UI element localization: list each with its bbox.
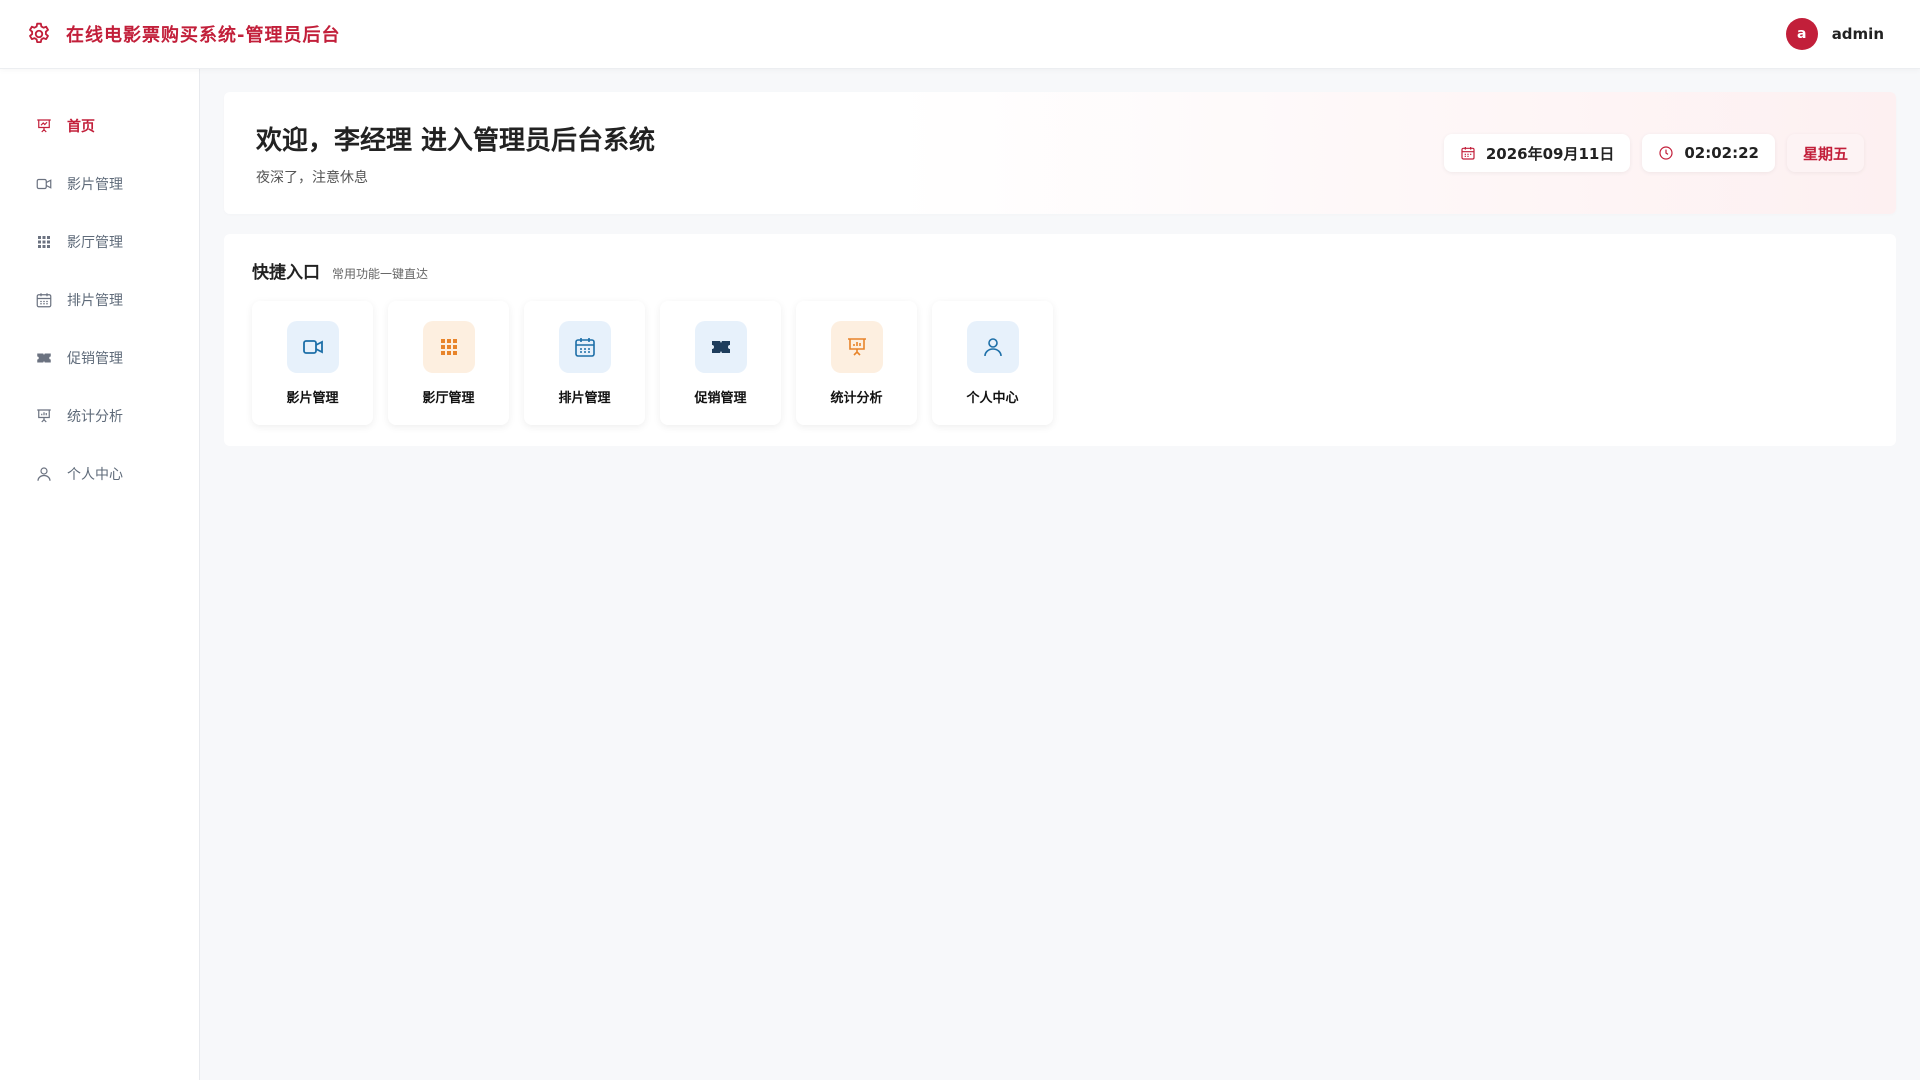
quick-card-label: 影片管理 — [286, 390, 339, 406]
presentation-chart-icon — [35, 407, 53, 425]
sidebar-item-halls[interactable]: 影厅管理 — [0, 213, 199, 271]
quick-card-label: 个人中心 — [966, 390, 1019, 406]
presentation-chart-icon — [35, 117, 53, 135]
sidebar-item-movies[interactable]: 影片管理 — [0, 155, 199, 213]
welcome-title: 欢迎，李经理 进入管理员后台系统 — [256, 125, 656, 156]
quick-access-header: 快捷入口 常用功能一键直达 — [252, 258, 1868, 283]
brand[interactable]: 在线电影票购买系统-管理员后台 — [26, 21, 340, 47]
username[interactable]: admin — [1832, 25, 1884, 43]
avatar[interactable]: a — [1785, 18, 1818, 50]
clock-icon — [1658, 145, 1674, 161]
quick-access-cards: 影片管理 影厅管理 排片管理 促销管理 统计分析 个人中心 — [252, 301, 1868, 425]
quick-access-panel: 快捷入口 常用功能一键直达 影片管理 影厅管理 排片管理 促销管理 统计分析 个… — [224, 234, 1896, 446]
calendar-icon — [1460, 145, 1476, 161]
sidebar-item-promotions[interactable]: 促销管理 — [0, 329, 199, 387]
grid-icon — [35, 233, 53, 251]
main-content: 欢迎，李经理 进入管理员后台系统 夜深了，注意休息 2026年09月11日 02… — [224, 92, 1896, 446]
ticket-icon — [35, 349, 53, 367]
quick-card-profile[interactable]: 个人中心 — [932, 301, 1053, 425]
quick-card-promotions[interactable]: 促销管理 — [660, 301, 781, 425]
top-bar: 在线电影票购买系统-管理员后台 a admin — [0, 0, 1920, 69]
video-camera-icon — [286, 320, 339, 373]
quick-card-label: 排片管理 — [558, 390, 611, 406]
quick-card-label: 统计分析 — [830, 390, 883, 406]
sidebar-item-label: 影厅管理 — [67, 235, 123, 251]
sidebar-item-home[interactable]: 首页 — [0, 97, 199, 155]
quick-access-subtitle: 常用功能一键直达 — [332, 267, 429, 281]
ticket-icon — [694, 320, 747, 373]
user-menu[interactable]: a admin — [1785, 18, 1894, 50]
welcome-subtitle: 夜深了，注意休息 — [256, 169, 368, 186]
date-pill: 2026年09月11日 — [1443, 134, 1631, 172]
app-title: 在线电影票购买系统-管理员后台 — [66, 25, 341, 46]
time-pill: 02:02:22 — [1642, 134, 1775, 172]
calendar-icon — [35, 291, 53, 309]
welcome-banner: 欢迎，李经理 进入管理员后台系统 夜深了，注意休息 2026年09月11日 02… — [224, 92, 1896, 214]
sidebar-item-label: 排片管理 — [67, 293, 123, 309]
datetime-pills: 2026年09月11日 02:02:22 星期五 — [1443, 134, 1864, 172]
weekday-text: 星期五 — [1802, 144, 1848, 163]
quick-card-movies[interactable]: 影片管理 — [252, 301, 373, 425]
quick-card-halls[interactable]: 影厅管理 — [388, 301, 509, 425]
sidebar-item-label: 统计分析 — [67, 409, 123, 425]
video-camera-icon — [35, 175, 53, 193]
calendar-icon — [558, 320, 611, 373]
sidebar-item-label: 影片管理 — [67, 177, 123, 193]
quick-card-schedule[interactable]: 排片管理 — [524, 301, 645, 425]
grid-icon — [422, 320, 475, 373]
user-icon — [35, 465, 53, 483]
presentation-chart-icon — [830, 320, 883, 373]
sidebar-item-label: 首页 — [67, 119, 95, 135]
weekday-pill: 星期五 — [1786, 134, 1864, 172]
welcome-text: 欢迎，李经理 进入管理员后台系统 夜深了，注意休息 — [256, 120, 655, 187]
gear-icon — [26, 21, 52, 47]
sidebar-item-schedule[interactable]: 排片管理 — [0, 271, 199, 329]
time-text: 02:02:22 — [1684, 144, 1759, 162]
quick-access-title: 快捷入口 — [252, 263, 320, 283]
quick-card-label: 促销管理 — [694, 390, 747, 406]
sidebar-item-statistics[interactable]: 统计分析 — [0, 387, 199, 445]
date-text: 2026年09月11日 — [1485, 144, 1615, 163]
quick-card-label: 影厅管理 — [422, 390, 475, 406]
quick-card-statistics[interactable]: 统计分析 — [796, 301, 917, 425]
user-icon — [966, 320, 1019, 373]
sidebar: 首页 影片管理 影厅管理 排片管理 促销管理 统计分析 个人中心 — [0, 69, 200, 1080]
sidebar-item-profile[interactable]: 个人中心 — [0, 445, 199, 503]
sidebar-item-label: 促销管理 — [67, 351, 123, 367]
sidebar-item-label: 个人中心 — [67, 467, 123, 483]
